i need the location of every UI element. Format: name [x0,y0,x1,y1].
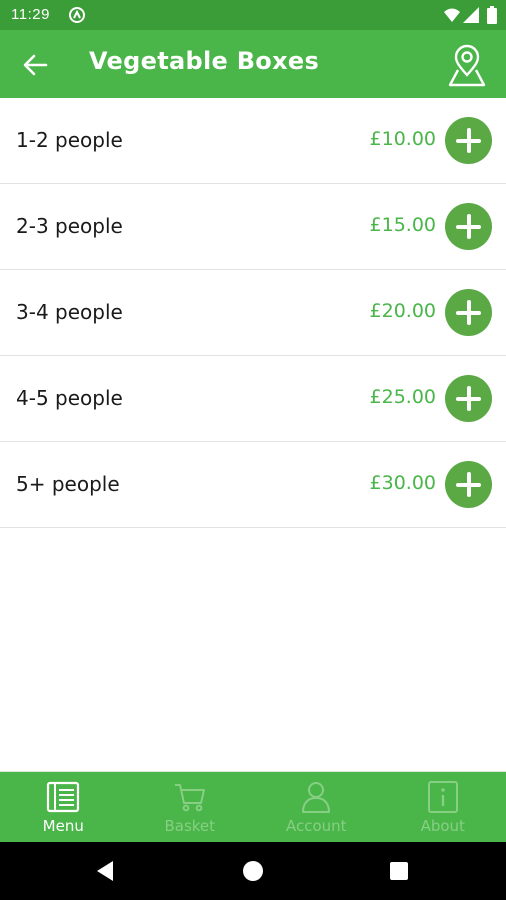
product-list: 1-2 people £10.00 2-3 people £15.00 3-4 … [0,98,506,528]
item-label: 2-3 people [16,214,123,238]
list-item: 5+ people £30.00 [0,442,506,528]
back-arrow-icon[interactable] [22,52,48,78]
item-price: £10.00 [369,128,436,150]
battery-icon [487,6,497,24]
item-price: £20.00 [369,300,436,322]
nav-about-label: About [420,817,465,835]
location-pin-icon[interactable] [445,43,489,87]
system-recents-icon[interactable] [390,862,408,880]
app-bar: Vegetable Boxes [0,30,506,98]
system-navigation-bar [0,842,506,900]
nav-menu-label: Menu [42,817,84,835]
nav-about[interactable]: About [380,772,506,843]
add-to-basket-button[interactable] [445,461,492,508]
person-icon [302,782,331,813]
cart-icon [174,784,205,812]
add-to-basket-button[interactable] [445,117,492,164]
item-price: £25.00 [369,386,436,408]
list-item: 4-5 people £25.00 [0,356,506,442]
item-label: 4-5 people [16,386,123,410]
add-to-basket-button[interactable] [445,289,492,336]
notification-icon [69,7,85,23]
item-label: 1-2 people [16,128,123,152]
system-home-icon[interactable] [243,861,263,881]
nav-menu[interactable]: Menu [0,772,127,843]
nav-account[interactable]: Account [253,772,380,843]
list-item: 2-3 people £15.00 [0,184,506,270]
system-back-icon[interactable] [96,860,114,882]
nav-basket-label: Basket [164,817,216,835]
item-label: 3-4 people [16,300,123,324]
item-label: 5+ people [16,472,120,496]
item-price: £30.00 [369,472,436,494]
list-item: 1-2 people £10.00 [0,98,506,184]
bottom-navigation: Menu Basket Account About [0,771,506,843]
add-to-basket-button[interactable] [445,375,492,422]
status-bar: 11:29 [0,0,506,30]
menu-book-icon [47,781,80,813]
nav-basket[interactable]: Basket [127,772,254,843]
signal-icon [463,7,479,23]
nav-account-label: Account [285,817,347,835]
page-title: Vegetable Boxes [89,47,320,75]
list-item: 3-4 people £20.00 [0,270,506,356]
add-to-basket-button[interactable] [445,203,492,250]
item-price: £15.00 [369,214,436,236]
info-icon [427,781,458,813]
wifi-icon [444,8,460,22]
status-time: 11:29 [11,6,50,23]
